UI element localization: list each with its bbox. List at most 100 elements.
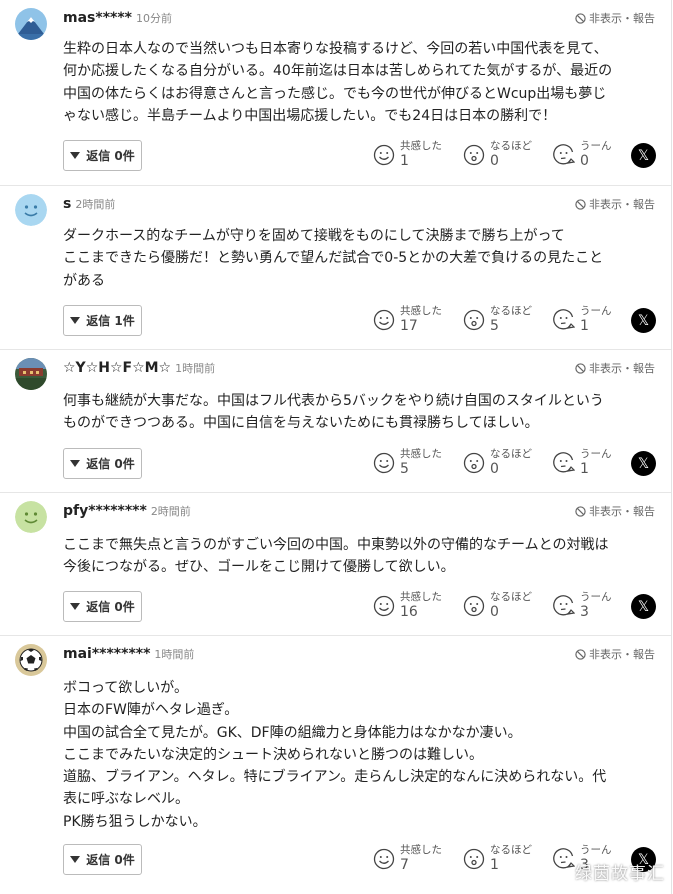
blue-smiley-avatar[interactable] <box>15 194 47 226</box>
reply-label: 返信 0件 <box>86 853 135 867</box>
hmm-reaction-button[interactable]: うーん 0 <box>553 140 612 169</box>
surprised-face-icon <box>463 848 485 870</box>
surprised-face-icon <box>463 452 485 474</box>
ban-icon <box>575 505 586 517</box>
hmm-reaction-button[interactable]: うーん 1 <box>553 448 612 477</box>
reply-button[interactable]: 返信 0件 <box>63 591 142 622</box>
reply-label: 返信 0件 <box>86 149 135 163</box>
soccer-ball-avatar[interactable] <box>15 644 47 676</box>
hmm-reaction-button[interactable]: うーん 3 <box>553 591 612 620</box>
reaction-count: 5 <box>490 318 499 334</box>
triangle-down-icon <box>70 856 81 863</box>
username[interactable]: pfy******** <box>63 503 147 519</box>
insight-reaction-button[interactable]: なるほど 0 <box>463 591 532 620</box>
reply-button[interactable]: 返信 0件 <box>63 844 142 875</box>
smile-face-icon <box>373 144 395 166</box>
reply-button[interactable]: 返信 0件 <box>63 448 142 479</box>
watermark: 绿茵故事汇 <box>575 864 665 884</box>
mount-fuji-avatar[interactable] <box>15 8 47 40</box>
timestamp: 2時間前 <box>150 505 191 518</box>
reaction-count: 17 <box>400 318 418 334</box>
x-share-button[interactable]: 𝕏 <box>631 143 656 168</box>
hide-report-link[interactable]: 非表示・報告 <box>575 360 655 376</box>
reaction-count: 1 <box>580 461 589 477</box>
reply-label: 返信 0件 <box>86 600 135 614</box>
reaction-label: 共感した <box>400 305 442 317</box>
comment-line: ボコって欲しいが。 <box>63 680 189 696</box>
comment-body: ここまで無失点と言うのがすごい今回の中国。中東勢以外の守備的なチームとの対戦は … <box>63 534 655 579</box>
username[interactable]: mas***** <box>63 10 132 26</box>
comment-line: 何事も継続が大事だな。中国はフル代表から5バックをやり続け自国のスタイルという <box>63 393 604 409</box>
report-label: 非表示・報告 <box>589 505 655 518</box>
x-share-button[interactable]: 𝕏 <box>631 451 656 476</box>
comment-line: 何か応援したくなる自分がいる。40年前迄は日本は苦しめられてた気がするが、最近の <box>63 63 613 80</box>
report-label: 非表示・報告 <box>589 198 655 211</box>
x-logo-icon: 𝕏 <box>637 147 650 164</box>
ban-icon <box>575 362 586 374</box>
green-smiley-avatar[interactable] <box>15 501 47 533</box>
thinking-face-icon <box>553 595 575 616</box>
hide-report-link[interactable]: 非表示・報告 <box>575 196 655 212</box>
insight-reaction-button[interactable]: なるほど 0 <box>463 448 532 477</box>
agree-reaction-button[interactable]: 共感した 5 <box>373 448 442 477</box>
report-label: 非表示・報告 <box>589 12 655 25</box>
reaction-count: 7 <box>400 857 409 873</box>
thinking-face-icon <box>553 848 575 869</box>
reaction-label: なるほど <box>490 140 532 152</box>
reaction-count: 0 <box>490 461 499 477</box>
x-share-button[interactable]: 𝕏 <box>631 594 656 619</box>
agree-reaction-button[interactable]: 共感した 16 <box>373 591 442 620</box>
username[interactable]: mai******** <box>63 646 150 662</box>
agree-reaction-button[interactable]: 共感した 1 <box>373 140 442 169</box>
insight-reaction-button[interactable]: なるほど 1 <box>463 844 532 873</box>
comment-line: 道脇、ブライアン。ヘタレ。特にブライアン。走らんし決定的なんに決められない。代 <box>63 769 607 786</box>
right-border <box>671 0 672 894</box>
agree-reaction-button[interactable]: 共感した 17 <box>373 305 442 334</box>
insight-reaction-button[interactable]: なるほど 0 <box>463 140 532 169</box>
hide-report-link[interactable]: 非表示・報告 <box>575 646 655 662</box>
thinking-face-icon <box>553 144 575 165</box>
timestamp: 1時間前 <box>154 648 195 661</box>
comment-line: ものができつつある。中国に自信を与えないためにも貫禄勝ちしてほしい。 <box>63 415 539 432</box>
reaction-count: 5 <box>400 461 409 477</box>
comment-line: 今後につながる。ぜひ、ゴールをこじ開けて優勝して欲しい。 <box>63 559 455 576</box>
username[interactable]: s <box>63 196 71 212</box>
comment-body: 生粋の日本人なので当然いつも日本寄りな投稿するけど、今回の若い中国代表を見て、 … <box>63 38 655 127</box>
comment-item: s 2時間前 非表示・報告 ダークホース的なチームが守りを固めて接戦をものにして決… <box>0 186 671 349</box>
reply-button[interactable]: 返信 0件 <box>63 140 142 171</box>
comment-body: 何事も継続が大事だな。中国はフル代表から5バックをやり続け自国のスタイルという … <box>63 390 655 435</box>
reaction-label: うーん <box>580 591 612 603</box>
comment-line: ゃない感じ。半島チームより中国出場応援したい。でも24日は日本の勝利で！ <box>63 107 557 124</box>
comment-meta: mai******** 1時間前 <box>63 646 194 663</box>
comment-line: 生粋の日本人なので当然いつも日本寄りな投稿するけど、今回の若い中国代表を見て、 <box>63 41 608 57</box>
reaction-label: 共感した <box>400 140 442 152</box>
comment-line: 中国の体たらくはお得意さんと言った感じ。でも今の世代が伸びるとWcup出場も夢じ <box>63 85 607 102</box>
comment-line: がある <box>63 272 105 289</box>
reaction-label: うーん <box>580 140 612 152</box>
photo-avatar[interactable] <box>15 358 47 390</box>
comment-line: ここまでみたいな決定的シュート決められないと勝つのは難しい。 <box>63 746 483 763</box>
x-share-button[interactable]: 𝕏 <box>631 308 656 333</box>
reaction-label: 共感した <box>400 591 442 603</box>
insight-reaction-button[interactable]: なるほど 5 <box>463 305 532 334</box>
reaction-label: なるほど <box>490 448 532 460</box>
hide-report-link[interactable]: 非表示・報告 <box>575 503 655 519</box>
timestamp: 2時間前 <box>75 198 116 211</box>
thinking-face-icon <box>553 452 575 473</box>
ban-icon <box>575 12 586 24</box>
comment-meta: pfy******** 2時間前 <box>63 503 191 520</box>
reaction-label: なるほど <box>490 591 532 603</box>
username[interactable]: ☆Y☆H☆F☆M☆ <box>63 360 171 376</box>
agree-reaction-button[interactable]: 共感した 7 <box>373 844 442 873</box>
surprised-face-icon <box>463 595 485 617</box>
reply-button[interactable]: 返信 1件 <box>63 305 142 336</box>
reaction-label: うーん <box>580 305 612 317</box>
reaction-count: 0 <box>490 604 499 620</box>
hmm-reaction-button[interactable]: うーん 1 <box>553 305 612 334</box>
hide-report-link[interactable]: 非表示・報告 <box>575 10 655 26</box>
smile-face-icon <box>373 309 395 331</box>
comment-item: pfy******** 2時間前 非表示・報告 ここまで無失点と言うのがすごい今回… <box>0 493 671 635</box>
reaction-count: 0 <box>490 153 499 169</box>
comment-line: PK勝ち狙うしかない。 <box>63 813 207 830</box>
x-logo-icon: 𝕏 <box>637 598 650 615</box>
